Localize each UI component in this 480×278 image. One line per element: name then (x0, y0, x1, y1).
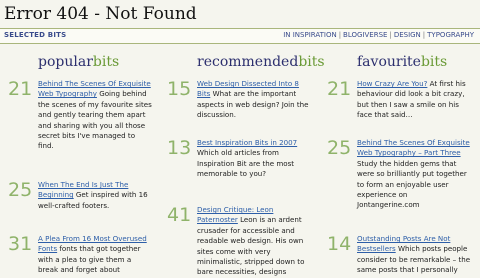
selected-bits-bar: SELECTED BITS IN INSPIRATION | BLOGIVERSE |… (0, 28, 480, 44)
selected-bits-label: SELECTED BITS (4, 31, 67, 39)
entry-body: Best Inspiration Bits in 2007 Which old … (197, 138, 311, 180)
nav-separator: | (389, 31, 392, 39)
comment-count: 21 (327, 78, 352, 100)
nav-separator: | (338, 31, 342, 39)
comment-count: 14 (327, 233, 352, 255)
comment-count: 25 (327, 137, 352, 159)
comment-count: 15 (167, 78, 192, 100)
entry-text: What are the important aspects in web de… (197, 89, 309, 120)
entry-link[interactable]: Best Inspiration Bits in 2007 (197, 138, 297, 147)
category-nav: IN INSPIRATION | BLOGIVERSE | DESIGN | TYPOGRA… (283, 31, 474, 39)
entry-body: Design Critique: Leon Paternoster Leon i… (197, 205, 311, 278)
entry-body: When The End Is Just The Beginning Get i… (38, 180, 152, 211)
column-heading: recommendedbits (197, 54, 325, 70)
entry-body: Behind The Scenes Of Exquisite Web Typog… (38, 79, 152, 152)
favourite-bits-column: favouritebits 21 How Crazy Are You? At f… (323, 54, 473, 274)
entry-body: Behind The Scenes Of Exquisite Web Typog… (357, 138, 471, 211)
nav-design[interactable]: DESIGN (394, 31, 421, 39)
comment-count: 31 (8, 233, 33, 255)
entry-body: A Plea From 16 Most Overused Fonts fonts… (38, 234, 152, 276)
comment-count: 21 (8, 78, 33, 100)
nav-blogiverse[interactable]: BLOGIVERSE (343, 31, 387, 39)
nav-typography[interactable]: TYPOGRAPHY (427, 31, 474, 39)
entry-body: Outstanding Posts Are Not Bestsellers Wh… (357, 234, 471, 276)
entry-link[interactable]: How Crazy Are You? (357, 79, 427, 88)
entry-body: How Crazy Are You? At first his behaviou… (357, 79, 471, 121)
column-heading: popularbits (38, 54, 120, 70)
recommended-bits-column: recommendedbits 15 Web Design Dissected … (163, 54, 325, 276)
column-heading: favouritebits (357, 54, 448, 70)
entry-text: Leon is an ardent crusader for accessibl… (197, 215, 305, 277)
popular-bits-column: popularbits 21 Behind The Scenes Of Exqu… (4, 54, 154, 274)
entry-text: Which old articles from Inspiration Bit … (197, 148, 295, 179)
entry-body: Web Design Dissected Into 8 Bits What ar… (197, 79, 311, 121)
nav-separator: | (422, 31, 426, 39)
comment-count: 13 (167, 137, 192, 159)
comment-count: 25 (8, 179, 33, 201)
nav-in-inspiration[interactable]: IN INSPIRATION (283, 31, 336, 39)
comment-count: 41 (167, 204, 192, 226)
entry-text: Study the hidden gems that were so brill… (357, 158, 467, 210)
page-title: Error 404 - Not Found (4, 4, 197, 24)
entry-link[interactable]: Behind The Scenes Of Exquisite Web Typog… (357, 138, 470, 157)
entry-text: Going behind the scenes of my favourite … (38, 89, 152, 151)
